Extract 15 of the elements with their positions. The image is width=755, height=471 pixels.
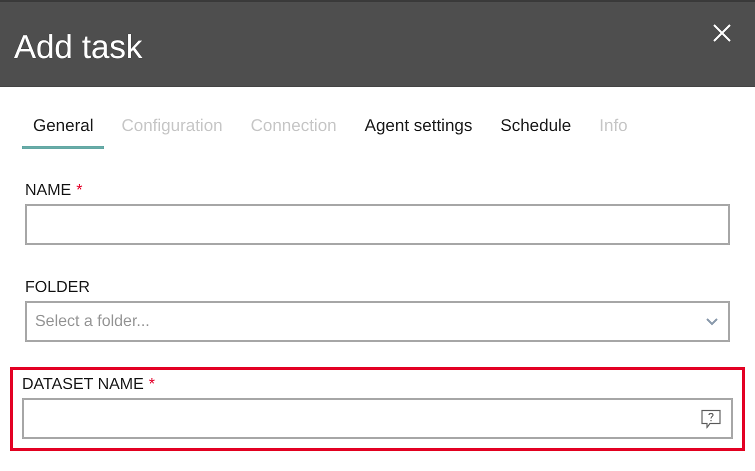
required-mark: * — [148, 376, 156, 394]
dialog-title: Add task — [14, 28, 142, 66]
tab[interactable]: General — [22, 112, 104, 149]
help-icon[interactable] — [701, 409, 721, 428]
tab[interactable]: Agent settings — [354, 112, 484, 149]
required-mark: * — [76, 182, 82, 200]
folder-dropdown[interactable]: Select a folder... — [25, 301, 730, 342]
close-icon[interactable] — [713, 24, 731, 42]
input-field[interactable] — [22, 398, 733, 439]
field-label: DATASET NAME — [22, 376, 144, 394]
field-label: FOLDER — [25, 279, 90, 297]
input-field[interactable] — [25, 204, 730, 245]
tab[interactable]: Schedule — [489, 112, 582, 149]
chevron-down-icon — [706, 318, 718, 326]
field-label: NAME — [25, 182, 72, 200]
